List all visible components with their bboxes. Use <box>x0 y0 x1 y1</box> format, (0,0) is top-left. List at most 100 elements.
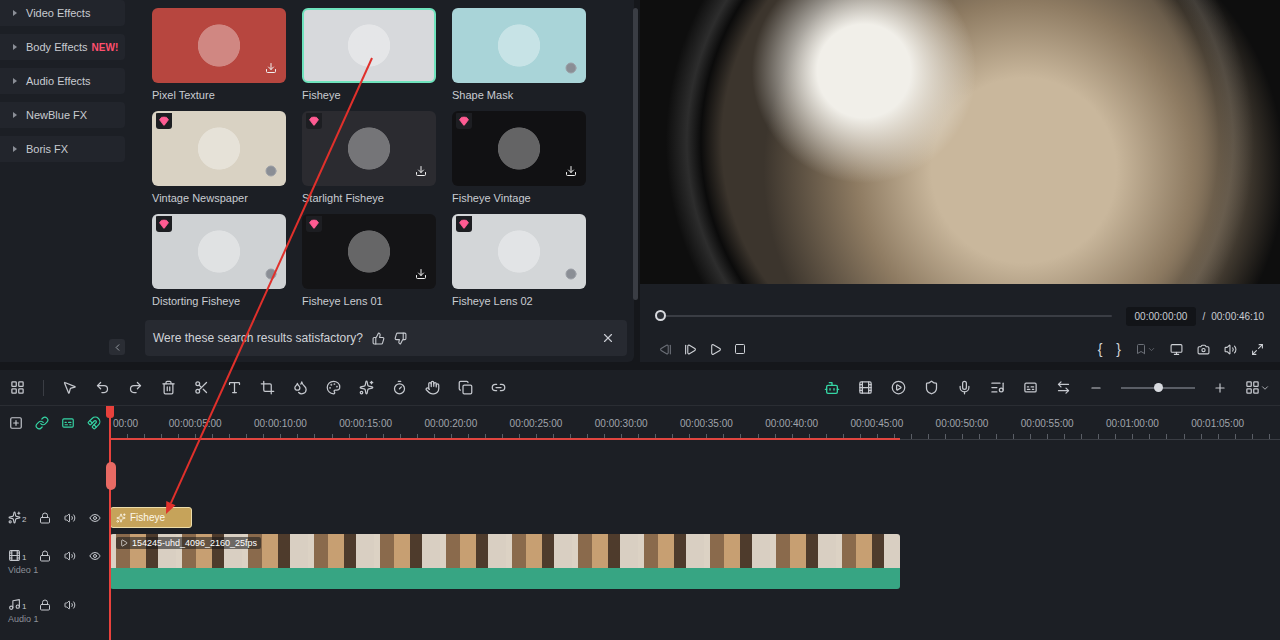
sidebar-item[interactable]: Body EffectsNEW! <box>0 34 125 60</box>
captions-track-button[interactable] <box>61 416 75 430</box>
download-button[interactable] <box>414 267 428 281</box>
play-icon <box>709 343 722 356</box>
effect-card[interactable]: Distorting Fisheye <box>152 214 286 317</box>
video-clip[interactable]: 154245-uhd_4096_2160_25fps <box>110 534 900 589</box>
snapshot-button[interactable] <box>1197 343 1210 356</box>
eye-icon[interactable] <box>89 512 101 524</box>
layout-button[interactable] <box>10 380 25 395</box>
scrollbar-thumb[interactable] <box>633 8 638 300</box>
grid-button[interactable] <box>1245 380 1270 395</box>
playhead[interactable] <box>109 406 111 640</box>
effect-card[interactable]: Fisheye Lens 01 <box>302 214 436 317</box>
effect-thumbnail[interactable] <box>302 8 436 83</box>
marker-button[interactable] <box>1135 343 1156 355</box>
download-button[interactable] <box>264 61 278 75</box>
ai-mate-button[interactable] <box>824 380 840 396</box>
tool-button[interactable] <box>392 380 407 395</box>
tool-button[interactable] <box>161 380 176 395</box>
tool-button[interactable] <box>957 380 972 395</box>
add-track-button[interactable] <box>9 416 23 430</box>
tool-button[interactable] <box>425 380 440 395</box>
snap-button[interactable] <box>87 416 101 430</box>
zoom-slider[interactable] <box>1121 387 1195 389</box>
download-button[interactable] <box>564 164 578 178</box>
eye-icon[interactable] <box>89 550 101 562</box>
sidebar-item[interactable]: Audio Effects <box>0 68 125 94</box>
playhead-handle[interactable] <box>106 406 114 418</box>
tool-button[interactable] <box>95 380 110 395</box>
track-header: 2 <box>0 505 110 530</box>
close-button[interactable] <box>601 331 615 345</box>
tool-button[interactable] <box>891 380 906 395</box>
effect-card[interactable]: Fisheye Vintage <box>452 111 586 214</box>
tool-button[interactable] <box>1056 380 1071 395</box>
effect-thumbnail[interactable] <box>302 111 436 186</box>
tool-button[interactable] <box>194 380 209 395</box>
volume-icon[interactable] <box>64 512 76 524</box>
download-icon <box>415 165 427 177</box>
effect-thumbnail[interactable] <box>152 111 286 186</box>
zoom-out-button[interactable] <box>1089 381 1103 395</box>
tool-button[interactable] <box>858 380 873 395</box>
lock-icon[interactable] <box>39 599 51 611</box>
tool-button[interactable] <box>326 380 341 395</box>
sidebar-item[interactable]: Video Effects <box>0 0 125 26</box>
effect-card[interactable]: Fisheye <box>302 8 436 111</box>
thumbs-up-button[interactable] <box>372 332 385 345</box>
tool-button[interactable] <box>62 380 77 395</box>
display-button[interactable] <box>1170 343 1183 356</box>
sidebar-list: Video Effects Body EffectsNEW! Audio Effec… <box>0 0 125 162</box>
tool-button[interactable] <box>227 380 242 395</box>
ready-marker <box>564 267 578 281</box>
current-time[interactable]: 00:00:00:00 <box>1126 307 1197 326</box>
ruler-tick: 00:00:20:00 <box>424 418 477 429</box>
volume-icon[interactable] <box>64 599 76 611</box>
link-button[interactable] <box>35 416 49 430</box>
collapse-button[interactable] <box>109 339 125 355</box>
effect-thumbnail[interactable] <box>452 111 586 186</box>
lock-icon[interactable] <box>39 512 51 524</box>
mark-in-button[interactable]: { <box>1098 341 1103 357</box>
effect-clip[interactable]: Fisheye <box>110 507 192 528</box>
time-ruler[interactable]: 00:0000:00:05:0000:00:10:0000:00:15:0000… <box>110 406 1280 440</box>
download-button[interactable] <box>414 164 428 178</box>
effect-thumbnail[interactable] <box>152 8 286 83</box>
effect-name: Distorting Fisheye <box>152 294 286 308</box>
tool-button[interactable] <box>491 380 506 395</box>
effect-thumbnail[interactable] <box>452 8 586 83</box>
sidebar-item[interactable]: Boris FX <box>0 136 125 162</box>
fullscreen-button[interactable] <box>1251 343 1264 356</box>
thumbs-down-button[interactable] <box>394 332 407 345</box>
previous-frame-button[interactable] <box>659 343 672 356</box>
effect-card[interactable]: Vintage Newspaper <box>152 111 286 214</box>
volume-button[interactable] <box>1224 343 1237 356</box>
play-button[interactable] <box>709 343 722 356</box>
tool-button[interactable] <box>458 380 473 395</box>
sidebar-item[interactable]: NewBlue FX <box>0 102 125 128</box>
tool-button[interactable] <box>128 380 143 395</box>
effect-card[interactable]: Starlight Fisheye <box>302 111 436 214</box>
next-frame-button[interactable] <box>684 343 697 356</box>
effect-card[interactable]: Fisheye Lens 02 <box>452 214 586 317</box>
volume-icon[interactable] <box>64 550 76 562</box>
tool-button[interactable] <box>359 380 374 395</box>
zoom-in-button[interactable] <box>1213 381 1227 395</box>
tool-button[interactable] <box>260 380 275 395</box>
effect-thumbnail[interactable] <box>302 214 436 289</box>
crop-icon <box>260 380 275 395</box>
stop-button[interactable] <box>734 343 746 355</box>
lock-icon[interactable] <box>39 550 51 562</box>
seek-bar[interactable] <box>656 315 1112 317</box>
tool-button[interactable] <box>990 380 1005 395</box>
tool-button[interactable] <box>293 380 308 395</box>
seek-knob[interactable] <box>655 310 666 321</box>
tool-button[interactable] <box>1023 380 1038 395</box>
effect-thumbnail[interactable] <box>452 214 586 289</box>
effect-card[interactable]: Shape Mask <box>452 8 586 111</box>
tool-button[interactable] <box>924 380 939 395</box>
playhead-marker[interactable] <box>106 462 116 490</box>
mark-out-button[interactable]: } <box>1116 341 1121 357</box>
effect-thumbnail[interactable] <box>152 214 286 289</box>
zoom-knob[interactable] <box>1154 383 1163 392</box>
effect-card[interactable]: Pixel Texture <box>152 8 286 111</box>
